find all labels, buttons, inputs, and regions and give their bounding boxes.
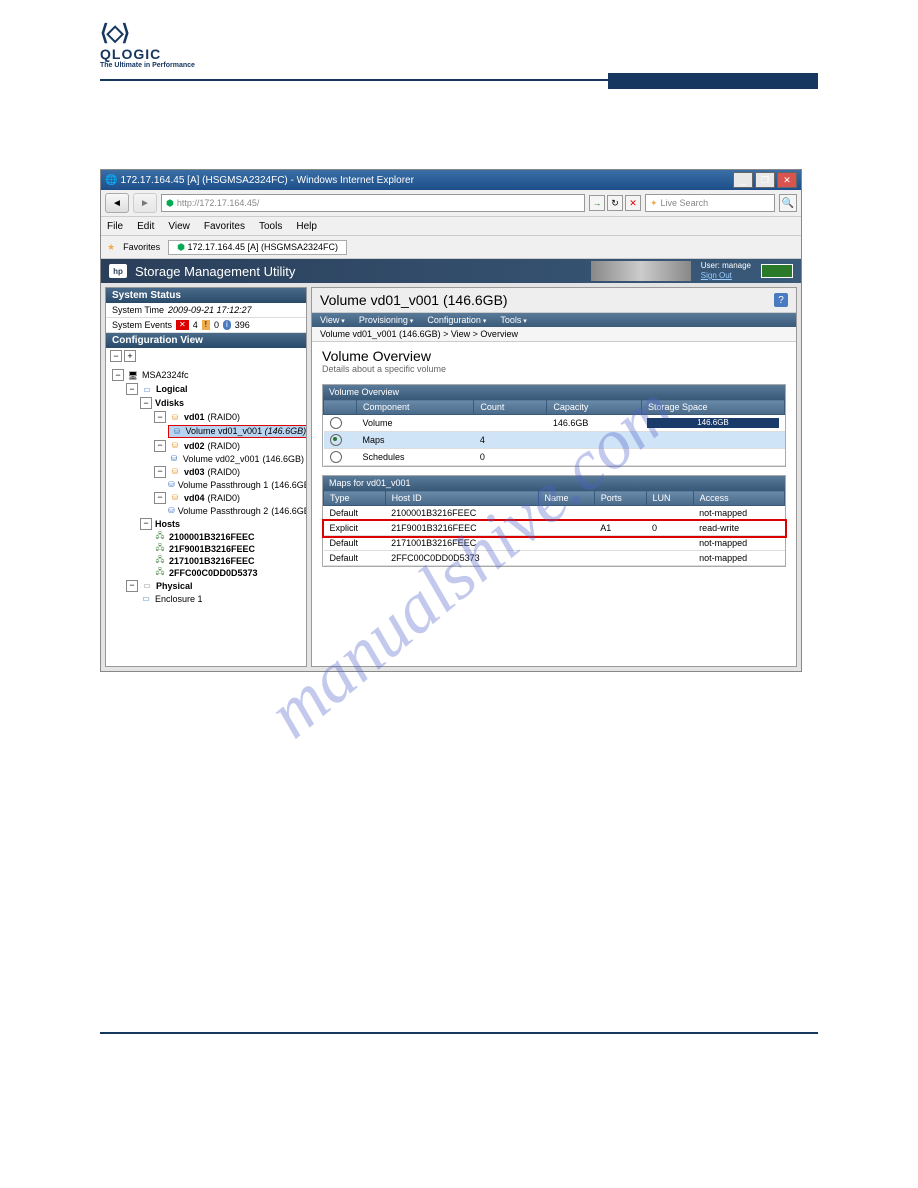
tree-vd03-vol[interactable]: ⛁ Volume Passthrough 1 (146.6GB): [108, 479, 304, 491]
tree-physical[interactable]: −▭Physical: [108, 579, 304, 593]
go-button[interactable]: →: [589, 195, 605, 211]
maps-table: Maps for vd01_v001 Type Host ID Name Por…: [322, 475, 786, 567]
favorites-label[interactable]: Favorites: [123, 242, 160, 252]
forward-button[interactable]: ►: [133, 193, 157, 213]
qlogic-logo: ⟨◇⟩ QLOGIC The Ultimate in Performance: [100, 0, 818, 79]
menu-provisioning-dd[interactable]: Provisioning: [359, 315, 414, 325]
system-status-header: System Status: [106, 288, 306, 303]
volume-menu-strip: View Provisioning Configuration Tools: [312, 313, 796, 327]
table-row[interactable]: Volume 146.6GB 146.6GB: [324, 415, 785, 432]
volume-overview-table: Volume Overview Component Count Capacity…: [322, 384, 786, 467]
page-icon: ⬢: [166, 198, 174, 209]
config-tree: −🖥MSA2324fc −▭Logical −Vdisks −⛁vd01 (RA…: [106, 364, 306, 666]
table-row[interactable]: Default2171001B3216FEECnot-mapped: [324, 536, 785, 551]
tree-host-2[interactable]: 🖧21F9001B3216FEEC: [108, 543, 304, 555]
system-time-label: System Time: [112, 305, 164, 315]
search-button[interactable]: 🔍: [779, 194, 797, 212]
search-input[interactable]: ✦ Live Search: [645, 194, 775, 212]
table-row[interactable]: Explicit21F9001B3216FEECA10read-write: [324, 521, 785, 536]
tree-vd04[interactable]: −⛁vd04 (RAID0): [108, 491, 304, 505]
expand-all-button[interactable]: +: [124, 350, 136, 362]
system-time-value: 2009-09-21 17:12:27: [168, 305, 252, 315]
radio-icon[interactable]: [330, 434, 342, 446]
app-header: hp Storage Management Utility User: mana…: [101, 259, 801, 283]
window-title: 172.17.164.45 [A] (HSGMSA2324FC) - Windo…: [117, 175, 733, 186]
config-view-header: Configuration View: [106, 333, 306, 348]
menu-configuration-dd[interactable]: Configuration: [427, 315, 486, 325]
tree-logical[interactable]: −▭Logical: [108, 382, 304, 396]
browser-tab[interactable]: ⬢ 172.17.164.45 [A] (HSGMSA2324FC): [168, 240, 347, 255]
maximize-button[interactable]: ❐: [755, 172, 775, 188]
user-info: User: manage Sign Out: [701, 261, 751, 280]
radio-icon[interactable]: [330, 417, 342, 429]
banner-image: [591, 261, 691, 281]
tree-vd01-vol[interactable]: ⛁ Volume vd01_v001 (146.6GB): [108, 424, 304, 439]
menu-tools-dd[interactable]: Tools: [500, 315, 526, 325]
tree-vd04-vol[interactable]: ⛁ Volume Passthrough 2 (146.6GB): [108, 505, 304, 517]
volume-title: Volume vd01_v001 (146.6GB): [320, 292, 508, 308]
warning-icon: !: [202, 320, 210, 330]
menu-edit[interactable]: Edit: [137, 221, 154, 232]
favorites-star-icon[interactable]: ★: [107, 242, 115, 253]
ie-window: 🌐 172.17.164.45 [A] (HSGMSA2324FC) - Win…: [100, 169, 802, 672]
menu-tools[interactable]: Tools: [259, 221, 282, 232]
minimize-button[interactable]: _: [733, 172, 753, 188]
overview-subtitle: Details about a specific volume: [312, 364, 796, 380]
menu-file[interactable]: File: [107, 221, 123, 232]
error-icon: ✕: [176, 320, 189, 330]
table-row[interactable]: Maps 4: [324, 432, 785, 449]
tree-host-1[interactable]: 🖧2100001B3216FEEC: [108, 531, 304, 543]
breadcrumb: Volume vd01_v001 (146.6GB) > View > Over…: [312, 327, 796, 342]
tree-vd03[interactable]: −⛁vd03 (RAID0): [108, 465, 304, 479]
browser-menubar: File Edit View Favorites Tools Help: [101, 217, 801, 236]
table-row[interactable]: Default2FFC00C0DD0D5373not-mapped: [324, 551, 785, 566]
tree-root[interactable]: −🖥MSA2324fc: [108, 368, 304, 382]
close-button[interactable]: ✕: [777, 172, 797, 188]
menu-help[interactable]: Help: [296, 221, 317, 232]
stop-button[interactable]: ✕: [625, 195, 641, 211]
status-indicator-icon: [761, 264, 793, 278]
table-row[interactable]: Default2100001B3216FEECnot-mapped: [324, 506, 785, 521]
tree-enclosure[interactable]: ▭Enclosure 1: [108, 593, 304, 605]
radio-icon[interactable]: [330, 451, 342, 463]
refresh-button[interactable]: ↻: [607, 195, 623, 211]
sign-out-link[interactable]: Sign Out: [701, 271, 732, 280]
tree-vd01[interactable]: −⛁vd01 (RAID0): [108, 410, 304, 424]
info-icon: i: [223, 320, 231, 330]
help-button[interactable]: ?: [774, 293, 788, 307]
system-events-label: System Events: [112, 320, 172, 330]
tree-vd02[interactable]: −⛁vd02 (RAID0): [108, 439, 304, 453]
tree-host-4[interactable]: 🖧2FFC00C0DD0D5373: [108, 567, 304, 579]
menu-favorites[interactable]: Favorites: [204, 221, 245, 232]
footer-divider: [100, 1032, 818, 1034]
search-provider-icon: ✦: [650, 198, 658, 209]
menu-view[interactable]: View: [168, 221, 190, 232]
app-title: Storage Management Utility: [135, 264, 295, 279]
back-button[interactable]: ◄: [105, 193, 129, 213]
tree-host-3[interactable]: 🖧2171001B3216FEEC: [108, 555, 304, 567]
hp-logo-icon: hp: [109, 264, 127, 278]
tree-vd02-vol[interactable]: ⛁ Volume vd02_v001 (146.6GB): [108, 453, 304, 465]
window-titlebar: 🌐 172.17.164.45 [A] (HSGMSA2324FC) - Win…: [101, 170, 801, 190]
ie-icon: 🌐: [105, 175, 117, 186]
overview-title: Volume Overview: [312, 342, 796, 364]
collapse-all-button[interactable]: −: [110, 350, 122, 362]
address-bar[interactable]: ⬢ http://172.17.164.45/: [161, 194, 585, 212]
menu-view-dd[interactable]: View: [320, 315, 345, 325]
tree-hosts[interactable]: −Hosts: [108, 517, 304, 531]
tree-vdisks[interactable]: −Vdisks: [108, 396, 304, 410]
table-row[interactable]: Schedules 0: [324, 449, 785, 466]
